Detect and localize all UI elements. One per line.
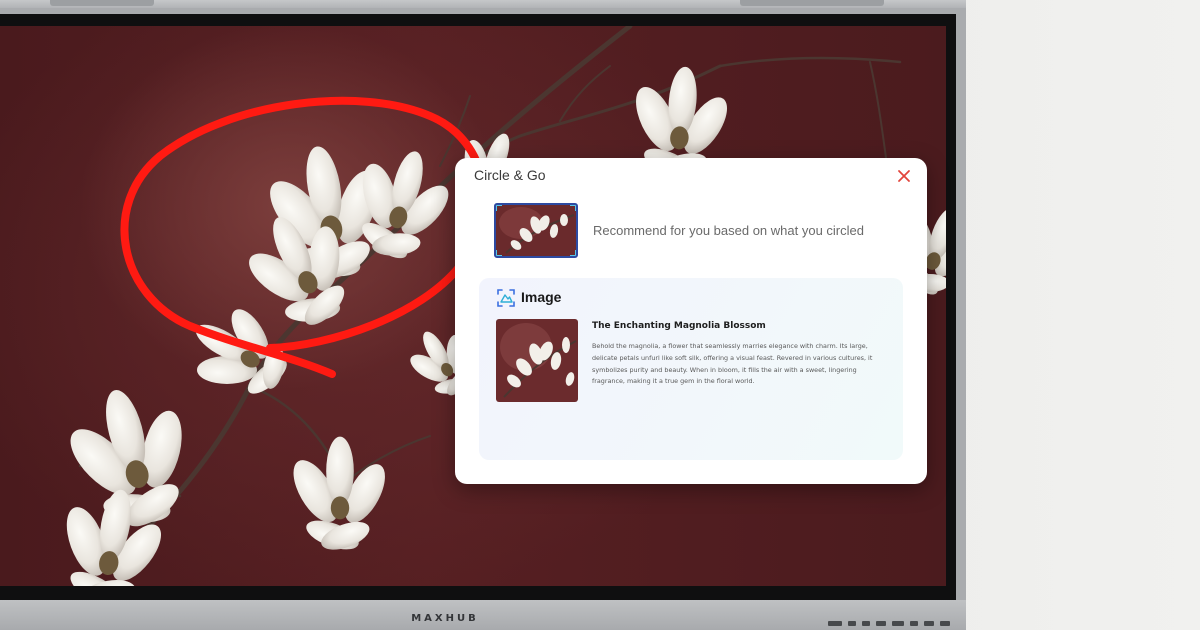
corner-marker	[496, 250, 502, 256]
result-title: The Enchanting Magnolia Blossom	[592, 321, 766, 331]
close-icon	[898, 170, 910, 182]
magnolia-image	[496, 319, 578, 402]
corner-marker	[496, 205, 502, 211]
section-label: Image	[521, 289, 562, 305]
front-panel-ports	[828, 619, 950, 627]
top-vent	[740, 0, 884, 6]
image-result-card[interactable]: Image The Enchanting Magnolia Blossom Be…	[479, 278, 903, 460]
result-description: Behold the magnolia, a flower that seaml…	[592, 342, 873, 386]
circle-and-go-dialog: Circle & Go Recommend for you based on w…	[455, 158, 927, 484]
brand-logo: MAXHUB	[411, 613, 479, 624]
corner-marker	[570, 250, 576, 256]
dialog-title: Circle & Go	[474, 167, 546, 183]
result-thumbnail[interactable]	[496, 319, 578, 402]
circled-region-thumbnail[interactable]	[494, 203, 578, 258]
image-scan-icon	[497, 289, 515, 307]
close-button[interactable]	[895, 167, 913, 185]
top-vent	[50, 0, 154, 6]
corner-marker	[570, 205, 576, 211]
thumbnail-image	[496, 205, 576, 256]
recommend-caption: Recommend for you based on what you circ…	[593, 223, 864, 238]
